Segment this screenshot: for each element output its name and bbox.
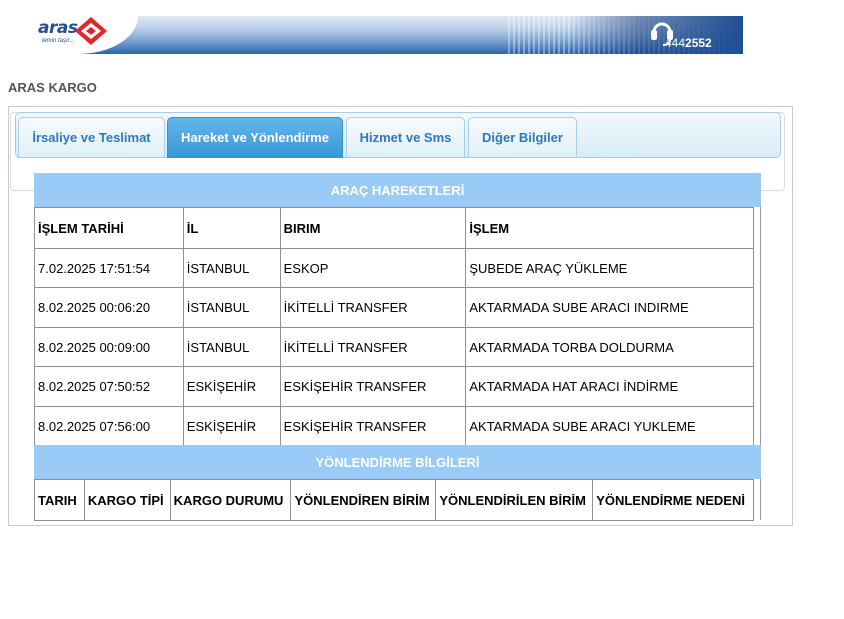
table-cell: İSTANBUL (182, 287, 281, 328)
column-header: TARIH (34, 479, 85, 521)
vehicle-movements-header: ARAÇ HAREKETLERİ (34, 173, 761, 207)
table-cell: 7.02.2025 17:51:54 (34, 248, 184, 288)
table-frame-line (760, 479, 761, 520)
column-header: KARGO DURUMU (169, 479, 292, 521)
vehicle-movements-table: İŞLEM TARİHİ İL BIRIM İŞLEM 7.02.2025 17… (34, 207, 754, 446)
table-row: 8.02.2025 00:09:00 İSTANBUL İKİTELLİ TRA… (34, 327, 754, 367)
table-row: 7.02.2025 17:51:54 İSTANBUL ESKOP ŞUBEDE… (34, 248, 754, 288)
table-cell: ESKİŞEHİR (182, 406, 281, 446)
table-cell: AKTARMADA SUBE ARACI INDIRME (465, 287, 754, 328)
tab-diger-bilgiler[interactable]: Diğer Bilgiler (468, 117, 577, 158)
logo[interactable]: aras lemin taşır... (8, 16, 138, 54)
table-cell: ESKİŞEHİR TRANSFER (279, 406, 467, 446)
table-row: 8.02.2025 00:06:20 İSTANBUL İKİTELLİ TRA… (34, 287, 754, 328)
phone-number: 4442552 (665, 36, 712, 50)
table-header-row: TARIH KARGO TİPİ KARGO DURUMU YÖNLENDİRE… (34, 479, 754, 521)
phone-prefix: 444 (665, 36, 686, 50)
table-cell: İKİTELLİ TRANSFER (279, 327, 467, 367)
column-header: YÖNLENDİREN BİRİM (290, 479, 437, 521)
column-header: İŞLEM TARİHİ (34, 207, 184, 249)
column-header: YÖNLENDİRME NEDENİ (592, 479, 754, 521)
table-cell: ESKİŞEHİR (182, 366, 281, 407)
column-header: YÖNLENDİRİLEN BİRİM (435, 479, 594, 521)
table-cell: İSTANBUL (182, 248, 281, 288)
table-cell: AKTARMADA HAT ARACI İNDİRME (465, 366, 754, 407)
phone-suffix: 2552 (685, 36, 712, 50)
logo-slogan: lemin taşır... (42, 38, 75, 44)
table-cell: İKİTELLİ TRANSFER (279, 287, 467, 328)
table-cell: 8.02.2025 07:56:00 (34, 406, 184, 446)
table-cell: AKTARMADA TORBA DOLDURMA (465, 327, 754, 367)
table-cell: ESKOP (279, 248, 467, 288)
column-header: İL (182, 207, 281, 249)
routing-info-header: YÖNLENDİRME BİLGİLERİ (34, 445, 761, 479)
page-title: ARAS KARGO (8, 80, 97, 95)
table-cell: ŞUBEDE ARAÇ YÜKLEME (465, 248, 754, 288)
table-cell: 8.02.2025 00:06:20 (34, 287, 184, 328)
table-cell: 8.02.2025 00:09:00 (34, 327, 184, 367)
table-row: 8.02.2025 07:56:00 ESKİŞEHİR ESKİŞEHİR T… (34, 406, 754, 446)
column-header: BIRIM (279, 207, 467, 249)
tab-hizmet-sms[interactable]: Hizmet ve Sms (346, 117, 465, 158)
table-cell: AKTARMADA SUBE ARACI YUKLEME (465, 406, 754, 446)
header-banner: aras lemin taşır... 4442552 (8, 16, 743, 54)
routing-info-table: TARIH KARGO TİPİ KARGO DURUMU YÖNLENDİRE… (34, 479, 754, 521)
table-header-row: İŞLEM TARİHİ İL BIRIM İŞLEM (34, 207, 754, 249)
column-header: İŞLEM (465, 207, 754, 249)
tab-hareket-yonlendirme[interactable]: Hareket ve Yönlendirme (167, 117, 343, 158)
tab-irsaliye-teslimat[interactable]: İrsaliye ve Teslimat (18, 117, 165, 158)
logo-text: aras (38, 18, 78, 38)
table-row: 8.02.2025 07:50:52 ESKİŞEHİR ESKİŞEHİR T… (34, 366, 754, 407)
table-cell: ESKİŞEHİR TRANSFER (279, 366, 467, 407)
logo-mark-icon (75, 17, 107, 45)
table-cell: 8.02.2025 07:50:52 (34, 366, 184, 407)
table-cell: İSTANBUL (182, 327, 281, 367)
column-header: KARGO TİPİ (83, 479, 171, 521)
table-frame-line (760, 207, 761, 445)
